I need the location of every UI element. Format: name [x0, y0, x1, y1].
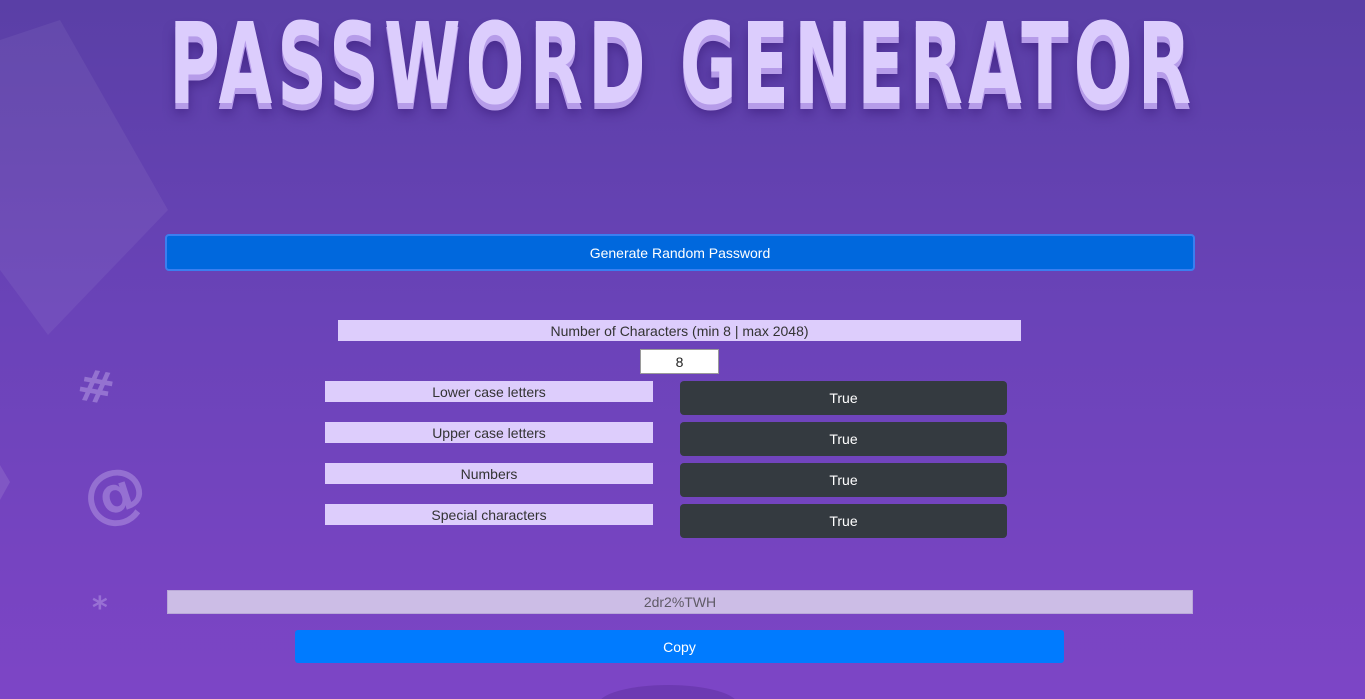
password-output-field[interactable]	[167, 590, 1193, 614]
at-icon: @	[73, 449, 157, 539]
lowercase-toggle-button[interactable]: True	[680, 381, 1007, 415]
character-count-label: Number of Characters (min 8 | max 2048)	[338, 320, 1021, 341]
uppercase-label: Upper case letters	[325, 422, 653, 443]
hash-icon: #	[73, 359, 118, 416]
numbers-toggle-button[interactable]: True	[680, 463, 1007, 497]
page-title: PASSWORD GENERATOR	[168, 0, 1197, 130]
copy-button[interactable]: Copy	[295, 630, 1064, 663]
lowercase-label: Lower case letters	[325, 381, 653, 402]
special-characters-label: Special characters	[325, 504, 653, 525]
asterisk-icon: *	[92, 591, 108, 626]
special-characters-toggle-button[interactable]: True	[680, 504, 1007, 538]
uppercase-toggle-button[interactable]: True	[680, 422, 1007, 456]
numbers-label: Numbers	[325, 463, 653, 484]
generate-password-button[interactable]: Generate Random Password	[165, 234, 1195, 271]
character-count-input[interactable]	[640, 349, 719, 374]
